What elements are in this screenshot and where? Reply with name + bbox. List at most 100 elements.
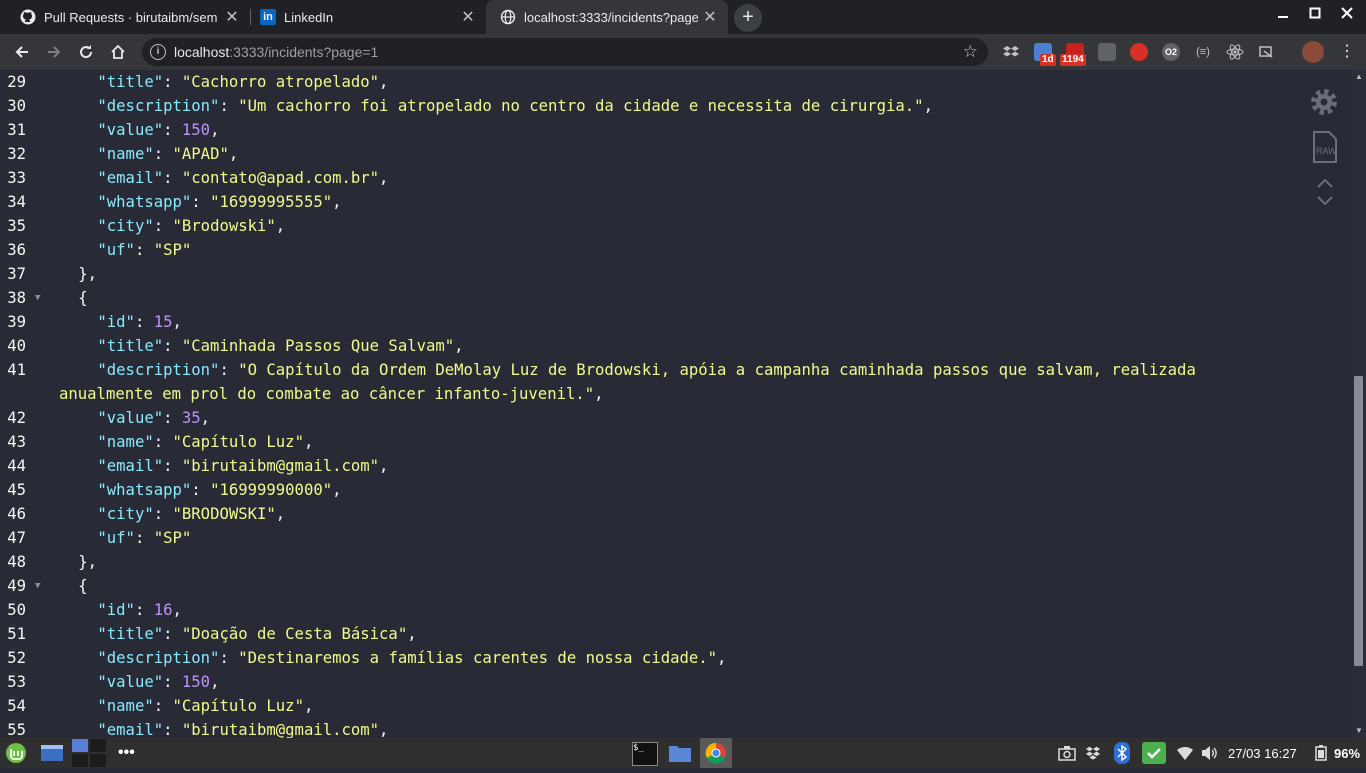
profile-avatar[interactable] <box>1302 41 1324 63</box>
line-number: 39 <box>7 313 26 331</box>
json-code: "email": "birutaibm@gmail.com", <box>97 718 388 738</box>
line-number: 48 <box>7 553 26 571</box>
json-key: "whatsapp" <box>97 481 192 499</box>
raw-label: RAW <box>1316 146 1337 156</box>
json-punctuation: : <box>163 625 182 643</box>
tab-title: localhost:3333/incidents?page=1 <box>524 9 698 25</box>
url-path: :3333/incidents?page=1 <box>229 44 379 60</box>
json-string: "Caminhada Passos Que Salvam" <box>181 337 455 355</box>
back-icon[interactable] <box>8 38 36 66</box>
json-punctuation: , <box>923 97 933 115</box>
minimize-icon[interactable] <box>1271 6 1295 22</box>
address-url: localhost:3333/incidents?page=1 <box>174 44 378 60</box>
json-number: 15 <box>153 313 173 331</box>
screenshot-icon[interactable] <box>1058 745 1076 767</box>
json-line: 46 "city": "BRODOWSKI", <box>0 502 1300 526</box>
expand-all-icon[interactable] <box>1316 194 1334 212</box>
collapse-all-icon[interactable] <box>1316 176 1334 194</box>
tab-linkedin[interactable]: in LinkedIn ✕ <box>246 0 486 34</box>
json-string: "birutaibm@gmail.com" <box>181 721 380 738</box>
code-extension-icon[interactable]: (≡) <box>1194 43 1212 61</box>
json-key: "id" <box>97 313 135 331</box>
json-line: 45 "whatsapp": "16999990000", <box>0 478 1300 502</box>
json-string: "birutaibm@gmail.com" <box>181 457 380 475</box>
dropbox-extension-icon[interactable] <box>1002 43 1020 61</box>
workspace-switcher[interactable] <box>72 739 106 767</box>
json-line: 40 "title": "Caminhada Passos Que Salvam"… <box>0 334 1300 358</box>
more-icon[interactable]: ••• <box>118 744 135 766</box>
json-punctuation: , <box>275 217 286 235</box>
home-icon[interactable] <box>104 38 132 66</box>
json-punctuation: : <box>134 601 154 619</box>
json-code: "title": "Caminhada Passos Que Salvam", <box>97 334 463 358</box>
json-string: "Capítulo Luz" <box>172 697 304 715</box>
vertical-scrollbar[interactable]: ▲ ▼ <box>1352 70 1366 738</box>
react-devtools-icon[interactable] <box>1226 43 1244 61</box>
bluetooth-icon[interactable] <box>1114 742 1130 764</box>
json-code: "id": 15, <box>97 310 182 334</box>
volume-icon[interactable] <box>1200 745 1218 767</box>
tab-localhost-incidents[interactable]: localhost:3333/incidents?page=1 ✕ <box>486 0 728 34</box>
record-extension-icon[interactable] <box>1130 43 1148 61</box>
fold-toggle-icon[interactable]: ▼ <box>35 574 40 598</box>
json-key: "description" <box>97 361 220 379</box>
json-key: "uf" <box>97 241 135 259</box>
fold-toggle-icon[interactable]: ▼ <box>35 286 40 310</box>
close-tab-icon[interactable]: ✕ <box>456 7 480 27</box>
wifi-icon[interactable] <box>1176 745 1194 767</box>
settings-gear-icon[interactable] <box>1310 88 1338 121</box>
line-number: 47 <box>7 529 26 547</box>
show-desktop-icon[interactable] <box>40 742 64 764</box>
close-tab-icon[interactable]: ✕ <box>698 7 722 27</box>
json-punctuation: : <box>163 73 182 91</box>
json-string: "Destinaremos a famílias carentes de nos… <box>238 649 718 667</box>
json-punctuation: , <box>332 193 342 211</box>
json-key: "uf" <box>97 529 135 547</box>
line-number: 53 <box>7 673 26 691</box>
json-number: 16 <box>153 601 173 619</box>
scroll-up-arrow-icon[interactable]: ▲ <box>1355 72 1363 81</box>
forward-icon[interactable] <box>40 38 68 66</box>
terminal-icon[interactable]: $_ <box>632 742 658 766</box>
files-icon[interactable] <box>668 742 692 764</box>
address-bar[interactable]: i localhost:3333/incidents?page=1 ☆ <box>142 38 988 66</box>
json-string: "Doação de Cesta Básica" <box>181 625 408 643</box>
json-code: { <box>78 574 87 598</box>
json-code: "title": "Doação de Cesta Básica", <box>97 622 416 646</box>
new-tab-button[interactable]: + <box>734 4 762 32</box>
reload-icon[interactable] <box>72 38 100 66</box>
globe-icon <box>500 9 516 25</box>
tab-strip: Pull Requests · birutaibm/sem ✕ in Linke… <box>0 0 1366 34</box>
battery-percent: 96% <box>1334 746 1361 761</box>
json-punctuation: : <box>153 697 173 715</box>
update-manager-icon[interactable] <box>1142 742 1166 764</box>
github-icon <box>20 9 36 25</box>
dropbox-tray-icon[interactable] <box>1084 745 1102 767</box>
json-punctuation: { <box>78 577 88 595</box>
line-number: 45 <box>7 481 26 499</box>
bookmark-star-icon[interactable]: ☆ <box>963 42 978 62</box>
json-key: "email" <box>97 457 164 475</box>
tab-github-pull-requests[interactable]: Pull Requests · birutaibm/sem ✕ <box>6 0 250 34</box>
clock[interactable]: 27/03 16:27 <box>1228 746 1297 761</box>
site-info-icon[interactable]: i <box>150 44 166 60</box>
maximize-icon[interactable] <box>1303 6 1327 22</box>
close-window-icon[interactable] <box>1335 6 1359 22</box>
scrollbar-thumb[interactable] <box>1354 376 1363 666</box>
json-punctuation: : <box>153 217 173 235</box>
json-line: 41 "description": "O Capítulo da Ordem De… <box>0 358 1300 382</box>
line-number: 31 <box>7 121 26 139</box>
mint-menu-icon[interactable] <box>4 742 28 764</box>
line-number: 38 <box>7 289 26 307</box>
raw-view-icon[interactable]: RAW <box>1312 131 1338 163</box>
json-code: "title": "Cachorro atropelado", <box>97 70 388 94</box>
browser-menu-icon[interactable]: ⋮ <box>1338 43 1356 61</box>
o2-extension-icon[interactable]: O2 <box>1162 43 1180 61</box>
taskbar: ••• $_ 27/03 16:27 96% <box>0 738 1366 768</box>
battery-icon[interactable] <box>1314 745 1328 767</box>
scroll-down-arrow-icon[interactable]: ▼ <box>1355 726 1363 735</box>
chrome-taskbar-button[interactable] <box>700 738 732 768</box>
image-extension-icon[interactable] <box>1098 43 1116 61</box>
screen-extension-icon[interactable] <box>1258 43 1276 61</box>
close-tab-icon[interactable]: ✕ <box>220 7 244 27</box>
